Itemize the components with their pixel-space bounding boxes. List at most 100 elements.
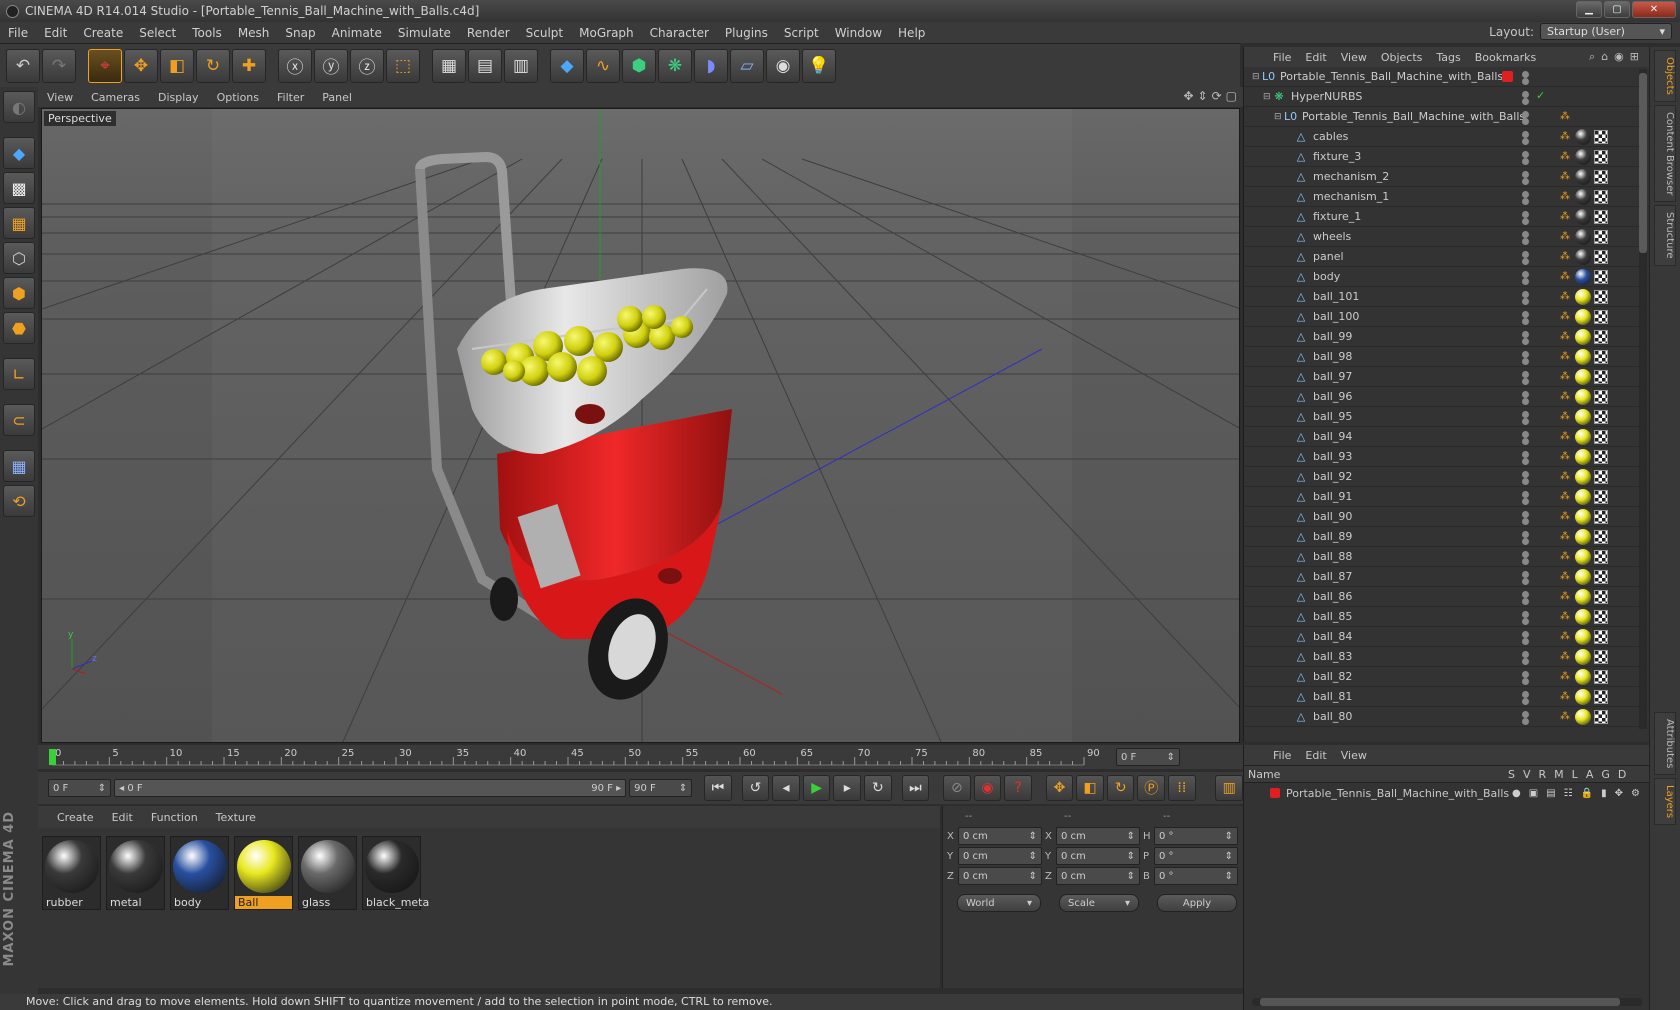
coord-field-z[interactable]: 0 cm ⇕ [1056,867,1140,885]
orbit-icon[interactable]: ⟳ [1212,89,1222,103]
texture-tag-icon[interactable] [1594,209,1608,224]
object-menu-objects[interactable]: Objects [1374,51,1430,64]
editor-visibility-dot[interactable] [1522,191,1529,198]
phong-tag-icon[interactable]: ⁂ [1560,431,1572,443]
render-visibility-dot[interactable] [1522,618,1529,625]
texture-tag-icon[interactable] [1594,229,1608,244]
minimize-button[interactable]: ▁ [1576,1,1602,18]
render-visibility-dot[interactable] [1522,478,1529,485]
texture-tag-icon[interactable] [1594,249,1608,264]
object-row[interactable]: △ ball_83 ⁂ [1244,647,1649,667]
material-ball[interactable]: Ball [234,836,293,910]
object-row[interactable]: △ ball_96 ⁂ [1244,387,1649,407]
material-tag-icon[interactable] [1575,668,1591,685]
close-button[interactable]: ✕ [1632,1,1676,18]
deformer-icon[interactable]: ◗ [694,48,728,83]
material-tag-icon[interactable] [1575,428,1591,445]
make-editable-icon[interactable]: ◐ [3,91,35,123]
texture-tag-icon[interactable] [1594,369,1608,384]
previous-key-icon[interactable]: ↺ [741,775,770,801]
material-menu-create[interactable]: Create [48,811,103,824]
texture-tag-icon[interactable] [1594,589,1608,604]
object-row[interactable]: △ wheels ⁂ [1244,227,1649,247]
layer-menu-file[interactable]: File [1266,749,1298,762]
phong-tag-icon[interactable]: ⁂ [1560,171,1572,183]
undo-icon[interactable]: ↶ [6,48,40,83]
editor-visibility-dot[interactable] [1522,611,1529,618]
render-visibility-dot[interactable] [1522,458,1529,465]
frame-range-slider[interactable]: ◂ 0 F 90 F ▸ [114,779,627,797]
layer-color-swatch[interactable] [1502,71,1513,82]
layer-scrollbar-thumb[interactable] [1260,998,1620,1006]
render-visibility-dot[interactable] [1522,178,1529,185]
render-visibility-dot[interactable] [1522,338,1529,345]
coord-field-p[interactable]: 0 ° ⇕ [1154,847,1238,865]
material-tag-icon[interactable] [1575,548,1591,565]
editor-visibility-dot[interactable] [1522,91,1529,98]
render-visibility-dot[interactable] [1522,678,1529,685]
layer-row[interactable]: Portable_Tennis_Ball_Machine_with_Balls … [1244,783,1649,803]
current-frame-field[interactable]: 0 F ⇕ [1116,748,1180,766]
object-row[interactable]: △ mechanism_1 ⁂ [1244,187,1649,207]
editor-visibility-dot[interactable] [1522,111,1529,118]
animation-icon[interactable]: ▮ [1601,788,1607,799]
object-row[interactable]: △ ball_81 ⁂ [1244,687,1649,707]
object-row[interactable]: ⊟ L0 Portable_Tennis_Ball_Machine_with_Bal… [1244,107,1649,127]
edges-mode-icon[interactable]: ⬢ [3,277,35,309]
maximize-view-icon[interactable]: ▢ [1226,89,1237,103]
object-menu-view[interactable]: View [1334,51,1374,64]
material-tag-icon[interactable] [1575,188,1591,205]
phong-tag-icon[interactable]: ⁂ [1560,471,1572,483]
play-icon[interactable]: ▶ [802,775,831,801]
editor-visibility-dot[interactable] [1522,131,1529,138]
menu-edit[interactable]: Edit [36,26,75,40]
menu-create[interactable]: Create [75,26,131,40]
layer-column-g[interactable]: G [1601,768,1610,781]
material-tag-icon[interactable] [1575,488,1591,505]
object-row[interactable]: △ ball_80 ⁂ [1244,707,1649,727]
generators-icon[interactable]: ✥ [1615,788,1623,799]
menu-mesh[interactable]: Mesh [230,26,278,40]
workplane-icon[interactable]: ▦ [3,207,35,239]
menu-plugins[interactable]: Plugins [717,26,776,40]
search-icon[interactable]: ⌕ [1589,50,1595,64]
editor-visibility-dot[interactable] [1522,651,1529,658]
phong-tag-icon[interactable]: ⁂ [1560,651,1572,663]
texture-tag-icon[interactable] [1594,669,1608,684]
light-icon[interactable]: 💡 [802,48,836,83]
object-row[interactable]: △ ball_84 ⁂ [1244,627,1649,647]
material-tag-icon[interactable] [1575,128,1591,145]
menu-script[interactable]: Script [776,26,827,40]
snap-icon[interactable]: ⊂ [3,404,35,436]
coord-field-b[interactable]: 0 ° ⇕ [1154,867,1238,885]
material-menu-texture[interactable]: Texture [207,811,265,824]
editor-visibility-dot[interactable] [1522,571,1529,578]
editor-visibility-dot[interactable] [1522,291,1529,298]
object-row[interactable]: △ ball_90 ⁂ [1244,507,1649,527]
texture-tag-icon[interactable] [1594,569,1608,584]
editor-visibility-dot[interactable] [1522,451,1529,458]
z-axis-lock-icon[interactable]: ⓩ [350,48,384,83]
menu-character[interactable]: Character [642,26,717,40]
editor-visibility-dot[interactable] [1522,551,1529,558]
texture-tag-icon[interactable] [1594,289,1608,304]
phong-tag-icon[interactable]: ⁂ [1560,251,1572,263]
transform-mode-dropdown[interactable]: Scale ▾ [1059,894,1139,912]
y-axis-lock-icon[interactable]: ⓨ [314,48,348,83]
lock-workplane-icon[interactable]: ▦ [3,450,35,482]
object-menu-edit[interactable]: Edit [1298,51,1333,64]
editor-visibility-dot[interactable] [1522,431,1529,438]
viewport-menu-cameras[interactable]: Cameras [82,91,149,104]
phong-tag-icon[interactable]: ⁂ [1560,211,1572,223]
editor-visibility-dot[interactable] [1522,211,1529,218]
render-visibility-dot[interactable] [1522,318,1529,325]
polygons-mode-icon[interactable]: ⬣ [3,312,35,344]
key-rotation-icon[interactable]: ↻ [1106,775,1135,801]
material-tag-icon[interactable] [1575,608,1591,625]
menu-sculpt[interactable]: Sculpt [518,26,571,40]
editor-visibility-dot[interactable] [1522,371,1529,378]
redo-icon[interactable]: ↷ [42,48,76,83]
editor-visibility-dot[interactable] [1522,711,1529,718]
phong-tag-icon[interactable]: ⁂ [1560,491,1572,503]
editor-visibility-dot[interactable] [1522,631,1529,638]
